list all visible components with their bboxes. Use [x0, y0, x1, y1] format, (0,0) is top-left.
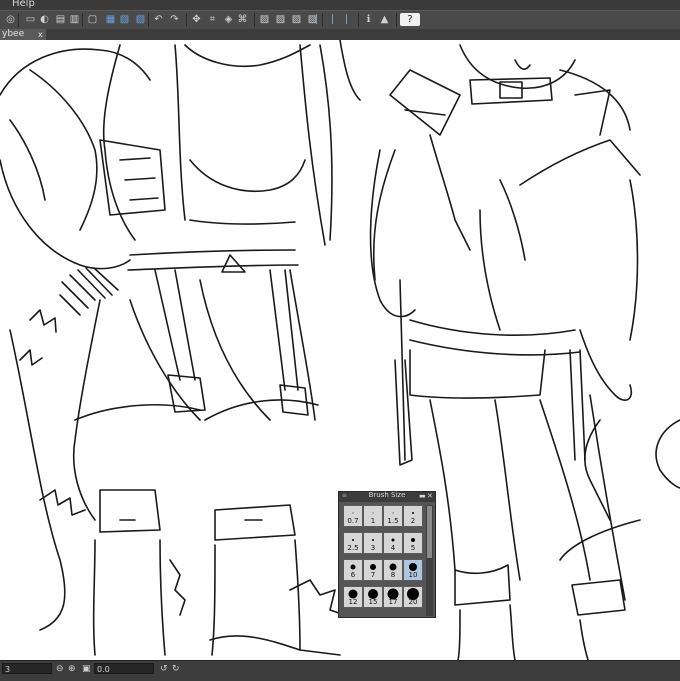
brush-dot-icon	[389, 563, 397, 571]
new-file-icon[interactable]: ▭	[24, 13, 37, 26]
panel-scrollbar-thumb[interactable]	[427, 506, 432, 558]
brush-dot-icon	[411, 538, 415, 542]
menu-help[interactable]: Help	[12, 0, 35, 9]
toolbar: ◎ ▭ ◐ ▤ ▥ ▢ ▦ ▧ ▨ ↶ ↷ ✥ ⌗ ◈ ⌘ ▨ ▨ ▨ ▨ ∣ ∣ ∣ ℹ ▲?	[0, 10, 680, 30]
brush-size-option[interactable]: 20	[403, 586, 423, 608]
brush-dot-icon	[391, 538, 395, 542]
brush-size-label: 10	[408, 571, 418, 579]
brush-size-label: 15	[368, 598, 378, 606]
brush-size-label: 1	[370, 517, 376, 525]
paste-icon[interactable]: ▨	[134, 13, 147, 26]
brush-size-option[interactable]: 1.5	[383, 505, 403, 527]
brush-size-option[interactable]: 12	[343, 586, 363, 608]
brush-dot-icon	[350, 564, 356, 570]
brush-size-label: 0.7	[347, 517, 359, 525]
brush-size-label: 3	[370, 544, 376, 552]
brush-size-label: 6	[350, 571, 356, 579]
brush-size-label: 2	[410, 517, 416, 525]
brush-size-option[interactable]: 6	[343, 559, 363, 581]
redo-icon[interactable]: ↷	[168, 13, 181, 26]
help-icon[interactable]: ?	[400, 13, 420, 26]
toolbar-separator	[254, 13, 255, 27]
tab-close-icon[interactable]: x	[38, 29, 43, 40]
open-icon[interactable]: ◐	[38, 13, 51, 26]
brush-dot-icon	[412, 512, 414, 514]
zoom-out-icon[interactable]: ⊖	[56, 663, 64, 675]
rotate-right-icon[interactable]: ↻	[172, 663, 180, 675]
brush-dot-icon	[392, 512, 394, 514]
hatch-icon[interactable]: ▨	[290, 13, 303, 26]
select-icon[interactable]: ⌘	[236, 13, 249, 26]
zoom-field[interactable]: 3	[2, 663, 52, 674]
brush-dot-icon	[370, 564, 376, 570]
brush-size-option[interactable]: 2	[403, 505, 423, 527]
brush-size-option[interactable]: 15	[363, 586, 383, 608]
toolbar-separator	[358, 13, 359, 27]
tab-bar: ybee x	[0, 29, 680, 40]
menu-bar: Help	[0, 0, 680, 10]
toolbar-separator	[148, 13, 149, 27]
document-tab[interactable]: ybee x	[0, 29, 46, 40]
status-bar: 3 ⊖ ⊕ ▣ 0.0 ↺ ↻	[0, 660, 680, 681]
brush-size-label: 4	[390, 544, 396, 552]
angle-value: 0.0	[97, 665, 110, 674]
brush-dot-icon	[372, 539, 374, 541]
clipboard-icon[interactable]: ▦	[104, 13, 117, 26]
brush-size-option[interactable]: 7	[363, 559, 383, 581]
ruler-icon[interactable]: ∣	[310, 13, 323, 26]
toolbar-separator	[396, 13, 397, 27]
brush-size-panel-titlebar[interactable]: ≡ Brush Size ▬ ✕	[339, 491, 435, 502]
brush-size-label: 20	[408, 598, 418, 606]
hatch-icon[interactable]: ▨	[258, 13, 271, 26]
brush-dot-icon	[409, 563, 417, 571]
screen-icon[interactable]: ▢	[86, 13, 99, 26]
save-as-icon[interactable]: ▥	[68, 13, 81, 26]
brush-dot-icon	[372, 512, 374, 514]
fit-icon[interactable]: ▣	[82, 663, 91, 675]
brush-size-label: 2.5	[347, 544, 359, 552]
hatch-icon[interactable]: ▨	[274, 13, 287, 26]
close-icon[interactable]: ✕	[427, 492, 433, 500]
logo-icon[interactable]: ◎	[4, 13, 17, 26]
toolbar-separator	[18, 13, 19, 27]
angle-field[interactable]: 0.0	[94, 663, 154, 674]
brush-size-option[interactable]: 5	[403, 532, 423, 554]
brush-size-label: 7	[370, 571, 376, 579]
transform-icon[interactable]: ✥	[190, 13, 203, 26]
brush-size-option[interactable]: 17	[383, 586, 403, 608]
brush-size-label: 5	[410, 544, 416, 552]
brush-dot-icon	[352, 539, 354, 541]
zoom-in-icon[interactable]: ⊕	[68, 663, 76, 675]
zoom-value: 3	[5, 665, 11, 674]
brush-size-option[interactable]: 10	[403, 559, 423, 581]
brush-size-option[interactable]: 0.7	[343, 505, 363, 527]
crop-icon[interactable]: ⌗	[206, 13, 219, 26]
graduate-icon[interactable]: ▲	[378, 13, 391, 26]
minimize-icon[interactable]: ▬	[419, 492, 426, 500]
copy-icon[interactable]: ▧	[118, 13, 131, 26]
brush-size-panel: ≡ Brush Size ▬ ✕ 0.7 1 1.5 2 2.5 3 4 5 6 7 8 10 12 15…	[338, 491, 436, 618]
rotate-left-icon[interactable]: ↺	[160, 663, 168, 675]
ruler-icon[interactable]: ∣	[326, 13, 339, 26]
brush-size-option[interactable]: 4	[383, 532, 403, 554]
brush-size-option[interactable]: 8	[383, 559, 403, 581]
brush-size-label: 1.5	[387, 517, 399, 525]
ruler-icon[interactable]: ∣	[340, 13, 353, 26]
toolbar-separator	[186, 13, 187, 27]
brush-size-option[interactable]: 3	[363, 532, 383, 554]
brush-dot-icon	[352, 512, 354, 514]
save-icon[interactable]: ▤	[54, 13, 67, 26]
brush-size-label: 17	[388, 598, 398, 606]
undo-icon[interactable]: ↶	[152, 13, 165, 26]
brush-size-option[interactable]: 2.5	[343, 532, 363, 554]
fill-icon[interactable]: ◈	[222, 13, 235, 26]
document-tab-label: ybee	[2, 29, 25, 39]
brush-size-label: 8	[390, 571, 396, 579]
info-icon[interactable]: ℹ	[362, 13, 375, 26]
toolbar-separator	[82, 13, 83, 27]
brush-size-option[interactable]: 1	[363, 505, 383, 527]
brush-size-label: 12	[348, 598, 358, 606]
